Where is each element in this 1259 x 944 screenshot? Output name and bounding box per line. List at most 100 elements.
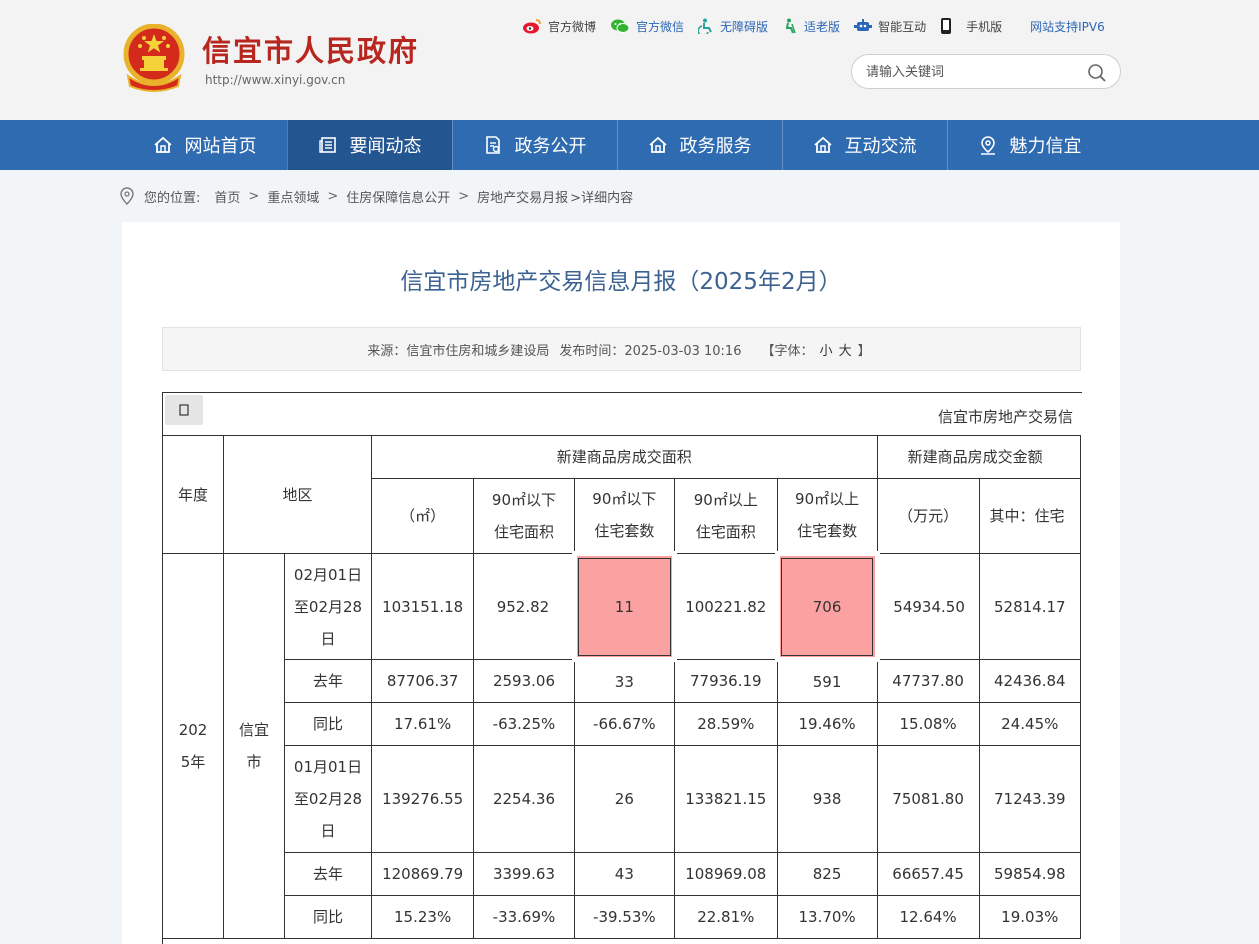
breadcrumb-home[interactable]: 首页 xyxy=(214,187,240,206)
cell-period: 去年 xyxy=(284,852,372,896)
report-table: 年度 地区 新建商品房成交面积 新建商品房成交金额 （㎡） 90㎡以下 住宅面积 … xyxy=(163,435,1082,939)
wechat-label: 官方微信 xyxy=(636,19,685,34)
cell-value: 54934.50 xyxy=(876,553,980,660)
nav-item-home[interactable]: 网站首页 xyxy=(122,120,287,170)
cell-value: 59854.98 xyxy=(978,852,1082,896)
nav-label: 政务公开 xyxy=(514,136,587,157)
nav-label: 互动交流 xyxy=(844,136,917,157)
breadcrumb: 您的位置: 首页 > 重点领域 > 住房保障信息公开 > 房地产交易月报 >详细… xyxy=(120,186,633,206)
cell-value: -66.67% xyxy=(573,702,676,746)
cell-period: 02月01日至02月28日 xyxy=(284,553,372,660)
ipv6-label: 网站支持IPV6 xyxy=(1030,19,1105,34)
nav-label: 网站首页 xyxy=(184,136,257,157)
cell-value: -33.69% xyxy=(473,895,575,939)
cell-value: 15.23% xyxy=(370,895,475,939)
accessibility-label: 无障碍版 xyxy=(720,19,769,34)
header-o90-area-l2: 住宅面积 xyxy=(695,523,756,541)
font-small-button[interactable]: 小 xyxy=(820,344,833,359)
cell-value: 42436.84 xyxy=(978,659,1082,703)
cell-value: 139276.55 xyxy=(370,745,475,853)
cell-period: 去年 xyxy=(284,659,372,703)
site-title[interactable]: 信宜市人民政府 xyxy=(202,28,419,70)
cell-value: 75081.80 xyxy=(876,745,980,853)
cell-value: 13.70% xyxy=(776,895,878,939)
home-icon xyxy=(153,136,172,153)
header-o90-count-l1: 90㎡以上 xyxy=(795,490,860,508)
cell-period: 同比 xyxy=(284,895,372,939)
cell-period: 01月01日至02月28日 xyxy=(284,745,372,853)
article-title: 信宜市房地产交易信息月报（2025年2月） xyxy=(400,269,842,295)
elderly-icon xyxy=(785,18,796,34)
search-input[interactable] xyxy=(866,63,1076,81)
cell-value: 952.82 xyxy=(473,553,575,660)
mobile-link[interactable]: 手机版 xyxy=(940,17,1002,35)
cell-value: 43 xyxy=(573,852,676,896)
document-icon xyxy=(485,136,500,154)
breadcrumb-current: >详细内容 xyxy=(570,190,634,206)
header-u90-area-l2: 住宅面积 xyxy=(493,523,554,541)
cell-value: 77936.19 xyxy=(674,659,778,703)
article-source: 来源：信宜市住房和城乡建设局 xyxy=(367,343,550,359)
table-row: 同比 15.23% -33.69% -39.53% 22.81% 13.70% 12.64%… xyxy=(163,895,1082,939)
breadcrumb-separator: > xyxy=(327,188,339,204)
breadcrumb-separator: > xyxy=(248,188,260,204)
expand-icon xyxy=(179,404,189,416)
header-year: 年度 xyxy=(163,435,225,554)
nav-item-services[interactable]: 政务服务 xyxy=(617,120,782,170)
header-area-unit: （㎡） xyxy=(370,478,475,554)
cell-value: 2254.36 xyxy=(473,745,575,853)
cell-value: 938 xyxy=(776,745,878,853)
cell-value: 24.45% xyxy=(978,702,1082,746)
cell-value: 17.61% xyxy=(370,702,475,746)
cell-value-highlighted: 706 xyxy=(774,551,880,662)
cell-value: 19.46% xyxy=(776,702,878,746)
wechat-icon xyxy=(611,19,630,33)
cell-value-highlighted: 11 xyxy=(571,551,678,662)
nav-item-gov-affairs[interactable]: 政务公开 xyxy=(452,120,617,170)
table-caption: 信宜市房地产交易信 xyxy=(163,393,1082,436)
mobile-icon xyxy=(941,18,952,34)
cell-value: 133821.15 xyxy=(674,745,778,853)
cell-value: -39.53% xyxy=(573,895,676,939)
nav-item-news[interactable]: 要闻动态 xyxy=(287,120,452,170)
breadcrumb-key-areas[interactable]: 重点领域 xyxy=(267,187,319,206)
cell-value: 52814.17 xyxy=(978,553,1082,660)
header-o90-area-l1: 90㎡以上 xyxy=(693,491,758,509)
site-url: http://www.xinyi.gov.cn xyxy=(205,73,346,87)
nav-item-interaction[interactable]: 互动交流 xyxy=(782,120,947,170)
top-links: 官方微博 官方微信 无障碍版 适老版 智能互动 手机版 网站支持IPV6 xyxy=(522,15,1119,37)
cell-value: 100221.82 xyxy=(674,553,778,660)
home-icon xyxy=(813,136,832,153)
search-icon[interactable] xyxy=(1087,63,1107,83)
header-u90-area-l1: 90㎡以下 xyxy=(491,491,557,509)
breadcrumb-monthly-report[interactable]: 房地产交易月报 xyxy=(477,187,568,206)
ipv6-link[interactable]: 网站支持IPV6 xyxy=(1030,18,1105,35)
weibo-label: 官方微博 xyxy=(548,19,597,34)
nav-label: 要闻动态 xyxy=(349,136,422,157)
accessibility-icon xyxy=(698,18,712,34)
robot-icon xyxy=(854,19,873,31)
header-amount-res: 其中：住宅 xyxy=(978,478,1082,554)
cell-value: 12.64% xyxy=(876,895,980,939)
breadcrumb-separator: > xyxy=(458,188,470,204)
table-row: 01月01日至02月28日 139276.55 2254.36 26 133821.15… xyxy=(163,745,1082,853)
cell-value: -63.25% xyxy=(473,702,575,746)
weibo-link[interactable]: 官方微博 xyxy=(522,18,596,35)
table-expand-button[interactable] xyxy=(165,395,203,425)
wechat-link[interactable]: 官方微信 xyxy=(610,18,684,35)
table-caption-text: 信宜市房地产交易信 xyxy=(938,408,1074,426)
cell-year: 2025年 xyxy=(163,553,225,939)
header-o90-area: 90㎡以上住宅面积 xyxy=(674,478,778,554)
cell-value: 33 xyxy=(573,659,676,703)
robot-link[interactable]: 智能互动 xyxy=(854,18,926,35)
cell-value: 22.81% xyxy=(674,895,778,939)
header-group-amount: 新建商品房成交金额 xyxy=(876,435,1082,479)
national-emblem-icon xyxy=(123,24,185,92)
font-large-button[interactable]: 大 xyxy=(839,344,852,359)
cell-value: 47737.80 xyxy=(876,659,980,703)
breadcrumb-housing-info[interactable]: 住房保障信息公开 xyxy=(346,187,450,206)
nav-item-charm[interactable]: 魅力信宜 xyxy=(947,120,1112,170)
elderly-link[interactable]: 适老版 xyxy=(782,18,840,35)
accessibility-link[interactable]: 无障碍版 xyxy=(698,18,768,35)
cell-value: 87706.37 xyxy=(370,659,475,703)
